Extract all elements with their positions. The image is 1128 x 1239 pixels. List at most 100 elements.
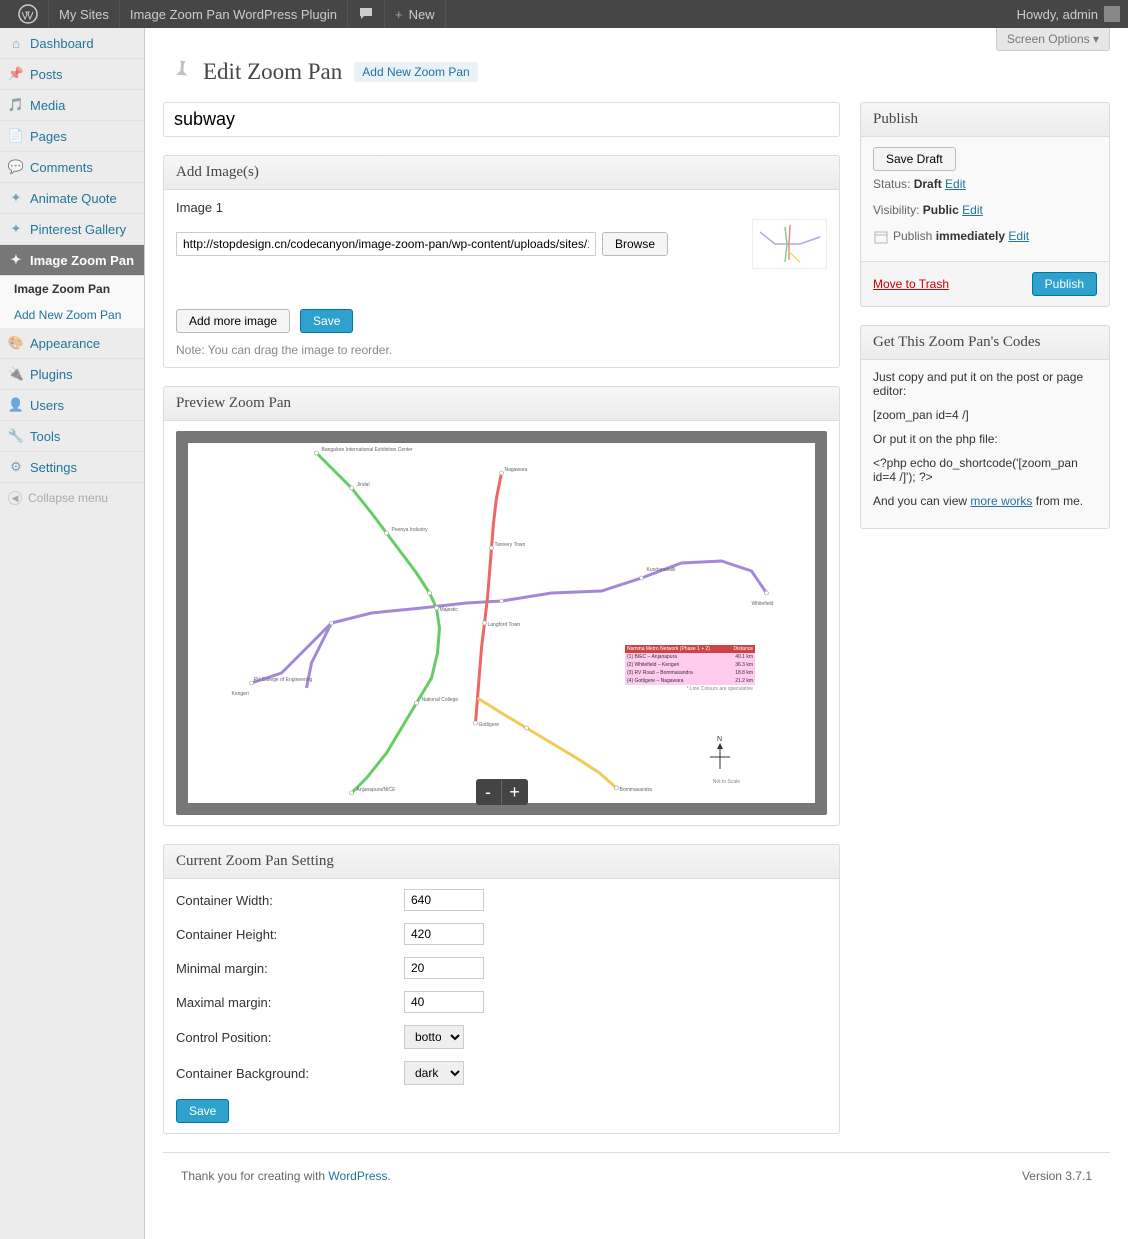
map-legend: Namma Metro Network (Phase 1 + 2)Distanc… (625, 645, 755, 693)
schedule-row: Publish immediately Edit (873, 223, 1097, 251)
not-to-scale-label: Not to Scale (713, 779, 740, 785)
my-sites[interactable]: My Sites (49, 0, 120, 28)
submenu-image-zoom-pan[interactable]: Image Zoom Pan (0, 276, 144, 302)
wp-logo[interactable] (8, 0, 49, 28)
browse-button[interactable]: Browse (602, 232, 668, 256)
collapse-menu[interactable]: ◀Collapse menu (0, 483, 144, 513)
svg-text:Anjanapura/NICE: Anjanapura/NICE (357, 787, 397, 793)
move-to-trash-link[interactable]: Move to Trash (873, 277, 949, 291)
menu-tools[interactable]: 🔧Tools (0, 421, 144, 452)
appearance-icon: 🎨 (8, 335, 24, 351)
svg-text:Bangalore International Exhibi: Bangalore International Exhibition Cente… (322, 447, 414, 453)
menu-plugins[interactable]: 🔌Plugins (0, 359, 144, 390)
save-settings-button[interactable]: Save (176, 1099, 229, 1123)
version-label: Version 3.7.1 (1022, 1169, 1092, 1183)
zoom-in-button[interactable]: + (502, 779, 528, 805)
container-width-label: Container Width: (176, 893, 396, 908)
edit-schedule-link[interactable]: Edit (1008, 229, 1029, 243)
codes-header: Get This Zoom Pan's Codes (861, 326, 1109, 360)
menu-settings[interactable]: ⚙Settings (0, 452, 144, 483)
visibility-row: Visibility: Public Edit (873, 197, 1097, 223)
container-width-input[interactable] (404, 889, 484, 911)
edit-visibility-link[interactable]: Edit (962, 203, 983, 217)
menu-pinterest-gallery[interactable]: ✦Pinterest Gallery (0, 214, 144, 245)
container-height-input[interactable] (404, 923, 484, 945)
svg-text:Kengeri: Kengeri (232, 691, 249, 697)
quote-icon: ✦ (8, 190, 24, 206)
menu-comments[interactable]: 💬Comments (0, 152, 144, 183)
settings-header: Current Zoom Pan Setting (164, 845, 839, 879)
more-works-line: And you can view more works from me. (873, 494, 1097, 508)
min-margin-input[interactable] (404, 957, 484, 979)
svg-text:National College: National College (422, 697, 459, 703)
publish-box: Publish Save Draft Status: Draft Edit Vi… (860, 102, 1110, 307)
pin-icon (163, 56, 195, 88)
container-bg-label: Container Background: (176, 1066, 396, 1081)
submenu-add-new-zoom-pan[interactable]: Add New Zoom Pan (0, 302, 144, 328)
add-more-image-button[interactable]: Add more image (176, 309, 290, 333)
add-images-header: Add Image(s) (164, 156, 839, 190)
publish-button[interactable]: Publish (1032, 272, 1097, 296)
screen-options-toggle[interactable]: Screen Options ▾ (996, 28, 1110, 51)
calendar-icon (873, 229, 889, 245)
preview-container[interactable]: Bangalore International Exhibition Cente… (176, 431, 827, 815)
menu-animate-quote[interactable]: ✦Animate Quote (0, 183, 144, 214)
svg-text:Bommasandra: Bommasandra (620, 787, 653, 793)
plugin-icon: 🔌 (8, 366, 24, 382)
gallery-icon: ✦ (8, 221, 24, 237)
codes-intro: Just copy and put it on the post or page… (873, 370, 1097, 398)
image-1-url-input[interactable] (176, 232, 596, 256)
control-position-select[interactable]: bottom (404, 1025, 464, 1049)
settings-icon: ⚙ (8, 459, 24, 475)
my-account[interactable]: Howdy, admin (1017, 6, 1120, 22)
svg-text:RV College of Engineering: RV College of Engineering (254, 677, 313, 683)
site-name[interactable]: Image Zoom Pan WordPress Plugin (120, 0, 348, 28)
settings-box: Current Zoom Pan Setting Container Width… (163, 844, 840, 1134)
container-bg-select[interactable]: dark (404, 1061, 464, 1085)
comments-bubble[interactable] (348, 0, 385, 28)
more-works-link[interactable]: more works (970, 494, 1032, 508)
codes-box: Get This Zoom Pan's Codes Just copy and … (860, 325, 1110, 529)
shortcode-text: [zoom_pan id=4 /] (873, 408, 1097, 422)
post-title-input[interactable] (163, 102, 840, 137)
menu-users[interactable]: 👤Users (0, 390, 144, 421)
menu-dashboard[interactable]: ⌂Dashboard (0, 28, 144, 59)
svg-text:Majestic: Majestic (440, 607, 459, 613)
zoom-controls: - + (476, 779, 528, 805)
max-margin-label: Maximal margin: (176, 995, 396, 1010)
menu-pages[interactable]: 📄Pages (0, 121, 144, 152)
add-new-zoom-pan-link[interactable]: Add New Zoom Pan (354, 62, 477, 82)
zoom-out-button[interactable]: - (476, 779, 502, 805)
image-1-thumbnail (752, 219, 827, 269)
users-icon: 👤 (8, 397, 24, 413)
min-margin-label: Minimal margin: (176, 961, 396, 976)
image-1-label: Image 1 (176, 200, 827, 215)
wordpress-link[interactable]: WordPress (328, 1169, 387, 1183)
preview-image[interactable]: Bangalore International Exhibition Cente… (188, 443, 815, 803)
svg-text:Jindal: Jindal (357, 482, 370, 488)
svg-text:Gottigere: Gottigere (479, 722, 500, 728)
menu-posts[interactable]: 📌Posts (0, 59, 144, 90)
page-title: Edit Zoom Pan (203, 59, 342, 85)
svg-text:Tannery Town: Tannery Town (495, 542, 526, 548)
preview-header: Preview Zoom Pan (164, 387, 839, 421)
plus-icon: + (395, 7, 403, 22)
admin-footer: Thank you for creating with WordPress. V… (163, 1152, 1110, 1199)
publish-header: Publish (861, 103, 1109, 137)
admin-menu: ⌂Dashboard 📌Posts 🎵Media 📄Pages 💬Comment… (0, 28, 145, 1239)
new-content[interactable]: + New (385, 0, 446, 28)
menu-appearance[interactable]: 🎨Appearance (0, 328, 144, 359)
max-margin-input[interactable] (404, 991, 484, 1013)
svg-text:Nagawara: Nagawara (505, 467, 528, 473)
media-icon: 🎵 (8, 97, 24, 113)
menu-image-zoom-pan[interactable]: ✦Image Zoom Pan (0, 245, 144, 276)
menu-media[interactable]: 🎵Media (0, 90, 144, 121)
svg-text:Whitefield: Whitefield (752, 601, 774, 607)
avatar (1104, 6, 1120, 22)
compass-icon: N (705, 733, 735, 773)
control-position-label: Control Position: (176, 1030, 396, 1045)
admin-bar: My Sites Image Zoom Pan WordPress Plugin… (0, 0, 1128, 28)
save-images-button[interactable]: Save (300, 309, 353, 333)
save-draft-button[interactable]: Save Draft (873, 147, 956, 171)
edit-status-link[interactable]: Edit (945, 177, 966, 191)
